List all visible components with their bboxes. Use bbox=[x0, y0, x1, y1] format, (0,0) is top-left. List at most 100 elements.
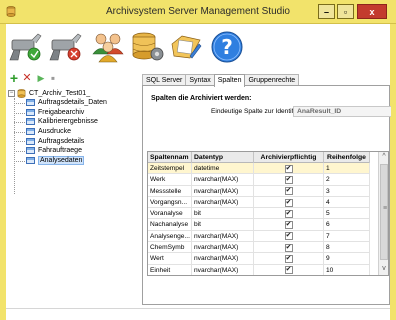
columns-grid: Spaltennam Datentyp Archivierpflichtig Reih… bbox=[147, 151, 389, 276]
data-type-cell[interactable]: datetime bbox=[192, 163, 254, 175]
disconnect-server-icon[interactable] bbox=[48, 30, 84, 64]
data-type-cell[interactable]: nvarchar(MAX) bbox=[192, 253, 254, 265]
table-row[interactable]: Vorgangsn... nvarchar(MAX) ✔ 4 bbox=[148, 196, 370, 209]
table-row[interactable]: ChemSymb nvarchar(MAX) ✔ 8 bbox=[148, 242, 370, 254]
tree-item-label: Ausdrucke bbox=[38, 128, 72, 136]
column-name-cell[interactable]: ChemSymb bbox=[148, 242, 192, 254]
scroll-grip-icon: ≡ bbox=[382, 205, 388, 212]
delete-icon[interactable]: ✕ bbox=[21, 72, 33, 84]
window-frame: ? + ✕ ▶ ▪ − CT_Archiv_Test01_ Auftragsde… bbox=[0, 24, 396, 320]
column-name-cell[interactable]: Einheit bbox=[148, 264, 192, 275]
grid-column-header[interactable]: Datentyp bbox=[192, 152, 254, 163]
order-cell[interactable]: 1 bbox=[324, 163, 370, 175]
table-row[interactable]: Zeitstempel datetime ✔ 1 bbox=[148, 163, 370, 175]
scroll-up-icon[interactable]: ^ bbox=[379, 152, 388, 162]
column-name-cell[interactable]: Analysenge... bbox=[148, 230, 192, 243]
save-icon[interactable]: ▪ bbox=[47, 72, 59, 84]
data-type-cell[interactable]: nvarchar(MAX) bbox=[192, 242, 254, 254]
column-name-cell[interactable]: Wert bbox=[148, 253, 192, 265]
data-type-cell[interactable]: bit bbox=[192, 219, 254, 231]
tree-item-label: Freigabearchiv bbox=[38, 108, 85, 116]
tree-root[interactable]: − CT_Archiv_Test01_ bbox=[8, 88, 90, 98]
column-name-cell[interactable]: Voranalyse bbox=[148, 208, 192, 220]
table-row[interactable]: Werk nvarchar(MAX) ✔ 2 bbox=[148, 174, 370, 186]
column-name-cell[interactable]: Vorgangsn... bbox=[148, 196, 192, 209]
identifier-field[interactable]: AnaResult_ID bbox=[293, 106, 391, 117]
column-name-cell[interactable]: Nachanalyse bbox=[148, 219, 192, 231]
add-icon[interactable]: + bbox=[8, 71, 20, 85]
archive-required-checkbox[interactable]: ✔ bbox=[284, 243, 293, 252]
table-row[interactable]: Wert nvarchar(MAX) ✔ 9 bbox=[148, 253, 370, 265]
table-row[interactable]: Messstelle nvarchar(MAX) ✔ 3 bbox=[148, 185, 370, 197]
order-cell[interactable]: 4 bbox=[324, 196, 370, 209]
order-cell[interactable]: 6 bbox=[324, 219, 370, 231]
users-icon[interactable] bbox=[90, 30, 126, 64]
scroll-thumb[interactable]: ≡ bbox=[380, 164, 388, 260]
archive-required-checkbox[interactable]: ✔ bbox=[284, 255, 293, 264]
tree-root-label: CT_Archiv_Test01_ bbox=[29, 89, 91, 97]
archive-required-checkbox[interactable]: ✔ bbox=[284, 266, 293, 275]
archive-required-checkbox[interactable]: ✔ bbox=[284, 198, 293, 207]
data-type-cell[interactable]: nvarchar(MAX) bbox=[192, 174, 254, 186]
scroll-down-icon[interactable]: v bbox=[379, 264, 388, 274]
grid-vertical-scrollbar[interactable]: ^ ≡ v bbox=[378, 152, 388, 275]
table-row[interactable]: Nachanalyse bit ✔ 6 bbox=[148, 219, 370, 231]
tree-item[interactable]: Analysedaten bbox=[14, 155, 107, 166]
column-name-cell[interactable]: Werk bbox=[148, 174, 192, 186]
archive-required-cell: ✔ bbox=[254, 174, 324, 186]
archive-required-cell: ✔ bbox=[254, 242, 324, 254]
tree-toolbar: + ✕ ▶ ▪ bbox=[6, 71, 136, 86]
data-type-cell[interactable]: nvarchar(MAX) bbox=[192, 230, 254, 243]
archive-required-cell: ✔ bbox=[254, 253, 324, 265]
order-cell[interactable]: 9 bbox=[324, 253, 370, 265]
order-cell[interactable]: 3 bbox=[324, 185, 370, 197]
title-bar: Archivsystem Server Management Studio – … bbox=[0, 0, 396, 24]
tree-item[interactable]: Kalibrierergebnisse bbox=[14, 117, 107, 127]
help-icon[interactable]: ? bbox=[210, 30, 246, 64]
tree-item[interactable]: Ausdrucke bbox=[14, 127, 107, 137]
order-cell[interactable]: 10 bbox=[324, 264, 370, 275]
connect-server-icon[interactable] bbox=[8, 30, 44, 64]
data-type-cell[interactable]: nvarchar(MAX) bbox=[192, 264, 254, 275]
database-icon bbox=[17, 88, 26, 98]
archive-required-checkbox[interactable]: ✔ bbox=[284, 209, 293, 218]
tree-item[interactable]: Auftragsdetails bbox=[14, 136, 107, 146]
column-name-cell[interactable]: Zeitstempel bbox=[148, 163, 192, 175]
tree-item[interactable]: Auftragsdetails_Daten bbox=[14, 98, 107, 108]
column-name-cell[interactable]: Messstelle bbox=[148, 185, 192, 197]
tree-item[interactable]: Fahrauftraege bbox=[14, 146, 107, 156]
tree-expander-icon[interactable]: − bbox=[8, 89, 15, 97]
data-type-cell[interactable]: bit bbox=[192, 208, 254, 220]
order-cell[interactable]: 8 bbox=[324, 242, 370, 254]
order-cell[interactable]: 2 bbox=[324, 174, 370, 186]
data-type-cell[interactable]: nvarchar(MAX) bbox=[192, 196, 254, 209]
data-type-cell[interactable]: nvarchar(MAX) bbox=[192, 185, 254, 197]
grid-header: Spaltennam Datentyp Archivierpflichtig Reih… bbox=[148, 152, 370, 163]
section-title: Spalten die Archiviert werden: bbox=[151, 95, 252, 102]
edit-document-icon[interactable] bbox=[168, 30, 204, 64]
minimize-button[interactable]: – bbox=[318, 4, 335, 19]
archive-required-checkbox[interactable]: ✔ bbox=[284, 232, 293, 241]
archive-required-checkbox[interactable]: ✔ bbox=[284, 175, 293, 184]
close-button[interactable]: x bbox=[357, 4, 387, 19]
order-cell[interactable]: 5 bbox=[324, 208, 370, 220]
grid-column-header[interactable]: Spaltennam bbox=[148, 152, 192, 163]
table-icon bbox=[26, 99, 35, 107]
tree-item[interactable]: Freigabearchiv bbox=[14, 108, 107, 118]
grid-column-header[interactable]: Reihenfolge bbox=[324, 152, 370, 163]
run-icon[interactable]: ▶ bbox=[35, 72, 47, 84]
status-bar bbox=[6, 308, 390, 320]
table-row[interactable]: Einheit nvarchar(MAX) ✔ 10 bbox=[148, 264, 370, 275]
archive-required-checkbox[interactable]: ✔ bbox=[284, 221, 293, 230]
tab-spalten[interactable]: Spalten bbox=[213, 74, 246, 87]
table-row[interactable]: Voranalyse bit ✔ 5 bbox=[148, 208, 370, 220]
grid-column-header[interactable]: Archivierpflichtig bbox=[254, 152, 324, 163]
archive-required-checkbox[interactable]: ✔ bbox=[284, 187, 293, 196]
archive-required-checkbox[interactable]: ✔ bbox=[284, 164, 293, 173]
order-cell[interactable]: 7 bbox=[324, 230, 370, 243]
archive-required-cell: ✔ bbox=[254, 185, 324, 197]
maximize-button[interactable]: ▫ bbox=[337, 4, 354, 19]
table-row[interactable]: Analysenge... nvarchar(MAX) ✔ 7 bbox=[148, 230, 370, 243]
database-settings-icon[interactable] bbox=[130, 30, 166, 64]
svg-text:?: ? bbox=[221, 35, 233, 59]
